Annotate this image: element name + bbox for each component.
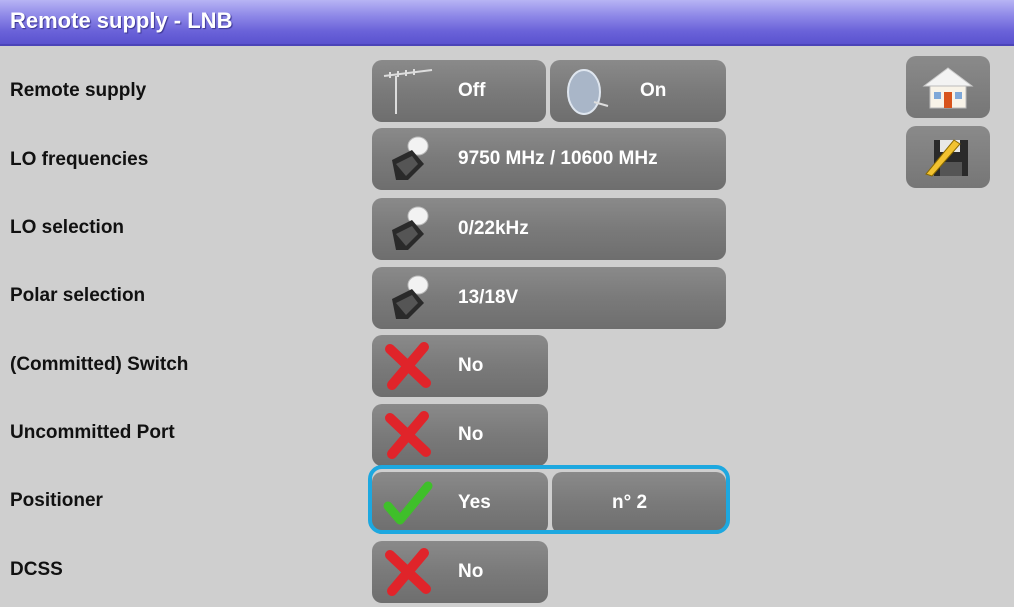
committed-switch-button[interactable]: No [372, 335, 548, 397]
lnb-icon [392, 206, 429, 250]
lo-selection-button[interactable]: 0/22kHz [372, 198, 726, 260]
uncommitted-port-button[interactable]: No [372, 404, 548, 466]
home-button[interactable] [906, 56, 990, 118]
label-lo-selection: LO selection [10, 217, 125, 238]
remote-supply-off-button[interactable]: Off [372, 60, 546, 122]
cross-icon [385, 548, 431, 596]
label-remote-supply: Remote supply [10, 80, 147, 101]
remote-supply-on-label: On [640, 80, 667, 101]
title-bar: Remote supply - LNB [0, 0, 1014, 46]
cross-icon [385, 342, 431, 390]
label-lo-frequencies: LO frequencies [10, 149, 149, 170]
lo-frequencies-value: 9750 MHz / 10600 MHz [458, 148, 658, 169]
polar-selection-button[interactable]: 13/18V [372, 267, 726, 329]
committed-switch-value: No [458, 355, 484, 376]
page-title: Remote supply - LNB [10, 8, 233, 33]
remote-supply-on-button[interactable]: On [550, 60, 726, 122]
remote-supply-off-label: Off [458, 80, 486, 101]
label-dcss: DCSS [10, 559, 63, 580]
lo-frequencies-button[interactable]: 9750 MHz / 10600 MHz [372, 128, 726, 190]
dcss-value: No [458, 561, 484, 582]
uncommitted-port-value: No [458, 424, 484, 445]
lnb-icon [392, 275, 429, 319]
label-committed-switch: (Committed) Switch [10, 354, 189, 375]
focus-highlight [368, 465, 730, 534]
polar-selection-value: 13/18V [458, 287, 519, 308]
home-icon [922, 67, 974, 109]
label-polar-selection: Polar selection [10, 285, 146, 306]
lnb-icon [392, 136, 429, 180]
dcss-button[interactable]: No [372, 541, 548, 603]
antenna-icon [383, 69, 433, 114]
save-edit-button[interactable] [906, 126, 990, 188]
cross-icon [385, 411, 431, 459]
dish-icon [567, 69, 609, 115]
lo-selection-value: 0/22kHz [458, 218, 529, 239]
label-positioner: Positioner [10, 490, 103, 511]
label-uncommitted-port: Uncommitted Port [10, 422, 175, 443]
save-edit-icon [925, 139, 968, 177]
